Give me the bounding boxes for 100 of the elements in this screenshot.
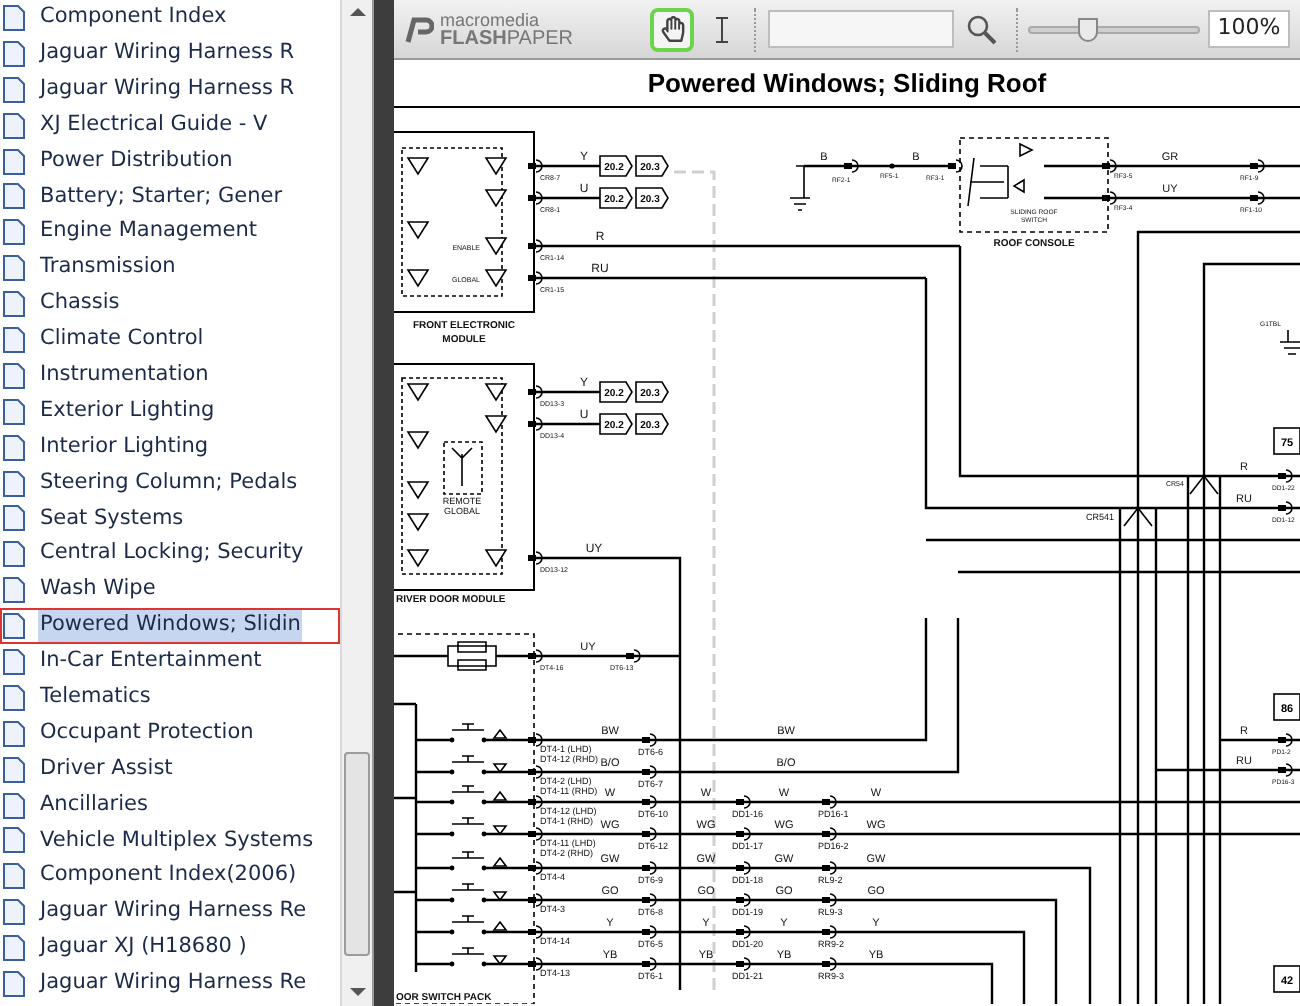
sidebar-item[interactable]: Chassis [0, 286, 340, 323]
sidebar-item[interactable]: Ancillaries [0, 787, 340, 823]
connector-icon [844, 159, 859, 173]
pin-icon [406, 383, 430, 402]
pin-icon [406, 481, 430, 500]
sidebar-item[interactable]: Climate Control [0, 322, 340, 358]
sidebar-item[interactable]: Central Locking; Security [0, 536, 340, 573]
connector-icon [642, 925, 657, 939]
scrollbar-thumb[interactable] [344, 752, 370, 956]
connector-icon [1278, 469, 1293, 483]
push-switch-icon [449, 915, 508, 935]
sidebar-item[interactable]: Component Index [0, 0, 340, 36]
connector-icon [1278, 501, 1293, 515]
sidebar-item[interactable]: Wash Wipe [0, 572, 340, 609]
sidebar-item[interactable]: Interior Lighting [0, 429, 340, 466]
document-icon [2, 755, 26, 784]
push-switch-icon [449, 755, 508, 775]
document-icon [2, 826, 26, 855]
connector-icon [528, 417, 543, 431]
connector-icon [822, 925, 837, 939]
document-icon [2, 612, 26, 641]
pin-icon [484, 269, 508, 288]
connector-icon [528, 733, 543, 747]
pin-icon [406, 431, 430, 450]
sidebar-item[interactable]: Transmission [0, 250, 340, 287]
wire [536, 422, 600, 426]
push-switch-icon [449, 947, 508, 967]
pin-icon [406, 221, 430, 240]
zoom-slider[interactable] [1028, 17, 1200, 41]
sidebar-item[interactable]: Battery; Starter; Gener [0, 178, 340, 215]
sidebar-item[interactable]: Steering Column; Pedals [0, 465, 340, 501]
sidebar-item[interactable]: Telematics [0, 679, 340, 716]
pin-icon [484, 237, 508, 256]
connector-icon [1278, 763, 1293, 777]
pin-icon [484, 189, 508, 208]
wire [536, 164, 600, 168]
document-icon [2, 111, 26, 140]
document-icon [2, 719, 26, 748]
sidebar-item[interactable]: Seat Systems [0, 500, 340, 537]
sidebar-item[interactable]: Engine Management [0, 214, 340, 251]
document-icon [2, 397, 26, 426]
connector-icon [1102, 191, 1117, 205]
splice-dot [889, 163, 895, 169]
connector-icon [642, 765, 657, 779]
document-icon [2, 934, 26, 963]
document-icon [2, 433, 26, 462]
search-field[interactable] [768, 10, 954, 48]
text-cursor-icon [716, 15, 728, 43]
sidebar-item[interactable]: Exterior Lighting [0, 393, 340, 430]
connector-icon [1102, 159, 1117, 173]
connector-icon [822, 827, 837, 841]
sidebar-item[interactable]: Component Index(2006) [0, 858, 340, 895]
ground-icon [1279, 329, 1300, 355]
hand-tool-button[interactable] [650, 7, 694, 51]
sidebar-item[interactable]: Jaguar Wiring Harness Re [0, 966, 340, 1002]
logo-text: FLASHPAPER [440, 29, 574, 47]
connector-icon [528, 925, 543, 939]
connector-icon [528, 239, 543, 253]
push-switch-icon [449, 817, 508, 837]
connector-icon [1278, 733, 1293, 747]
sidebar-item[interactable]: XJ Electrical Guide - V [0, 107, 340, 144]
document-icon [2, 325, 26, 354]
document-icon [2, 647, 26, 676]
sidebar-item[interactable]: Jaguar Wiring Harness R [0, 71, 340, 108]
connector-icon [736, 827, 751, 841]
sidebar-item[interactable]: Instrumentation [0, 357, 340, 394]
logo-text: macromedia [440, 11, 542, 29]
logo-icon [402, 15, 434, 43]
connector-icon [528, 861, 543, 875]
document-icon [2, 862, 26, 891]
connector-icon [528, 191, 543, 205]
document-icon [2, 576, 26, 605]
push-switch-icon [449, 851, 508, 871]
document-icon [2, 504, 26, 533]
connector-icon [1250, 159, 1265, 173]
pin-icon [406, 549, 430, 568]
antenna-icon [451, 447, 473, 487]
pin-icon [484, 157, 508, 176]
pin-icon [406, 157, 430, 176]
sidebar-item[interactable]: Jaguar Wiring Harness R [0, 35, 340, 72]
sidebar-item[interactable]: In-Car Entertainment [0, 644, 340, 680]
push-switch-icon [449, 785, 508, 805]
connector-icon [528, 649, 543, 663]
zoom-slider-thumb[interactable] [1078, 17, 1099, 41]
search-icon[interactable] [966, 13, 998, 45]
push-switch-icon [449, 883, 508, 903]
sidebar-item[interactable]: Vehicle Multiplex Systems [0, 822, 340, 859]
connector-icon [642, 795, 657, 809]
sidebar-item[interactable]: Jaguar XJ (H18680 ) [0, 930, 340, 967]
sidebar-item[interactable]: Jaguar Wiring Harness Re [0, 894, 340, 931]
ground-icon [789, 165, 811, 211]
pin-icon [406, 513, 430, 532]
document-icon [2, 218, 26, 247]
zoom-value-field[interactable]: 100% [1208, 10, 1290, 48]
switch-icon [967, 143, 1034, 207]
sidebar-item[interactable]: Driver Assist [0, 751, 340, 788]
connector-icon [528, 551, 543, 565]
document-icon [2, 898, 26, 927]
sidebar-item[interactable]: Power Distribution [0, 143, 340, 179]
sidebar-item[interactable]: Occupant Protection [0, 715, 340, 752]
